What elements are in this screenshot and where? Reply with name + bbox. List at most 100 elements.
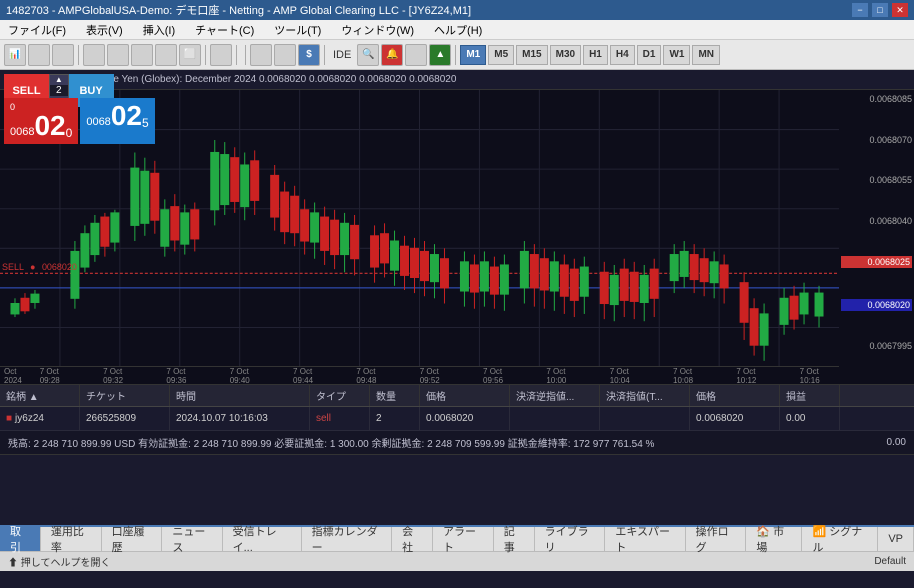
y-label-6: 0.0068020 <box>841 299 912 311</box>
timeframe-M5[interactable]: M5 <box>488 45 514 65</box>
y-label-3: 0.0068055 <box>841 175 912 185</box>
sep-tf <box>455 45 456 65</box>
y-label-5: 0.0068025 <box>841 256 912 268</box>
col-price: 価格 <box>420 385 510 406</box>
line-icon[interactable]: ╱ <box>83 44 105 66</box>
sell-price-big: 02 <box>34 112 65 140</box>
timeframe-M30[interactable]: M30 <box>550 45 581 65</box>
menu-item-h[interactable]: ヘルプ(H) <box>430 20 486 39</box>
menu-item-w[interactable]: ウィンドウ(W) <box>337 20 418 39</box>
sep1 <box>78 45 79 65</box>
hline-icon[interactable]: ─ <box>107 44 129 66</box>
title-bar: 1482703 - AMPGlobalUSA-Demo: デモ口座 - Nett… <box>0 0 914 20</box>
buy-price-prefix: 0068 <box>86 116 110 128</box>
indicators-icon[interactable]: ≈ <box>274 44 296 66</box>
crosshair-icon[interactable]: ✛ <box>52 44 74 66</box>
tab-[interactable]: エキスパート <box>605 527 685 551</box>
notification-icon[interactable]: 🔔 <box>381 44 403 66</box>
timeframe-M1[interactable]: M1 <box>460 45 486 65</box>
status-left: ⬆ 押してヘルプを開く <box>8 554 110 569</box>
timeframe-H1[interactable]: H1 <box>583 45 608 65</box>
shapes-icon[interactable]: ⬜ <box>179 44 201 66</box>
cell-current-price: 0.0068020 <box>690 407 780 430</box>
close-button[interactable]: ✕ <box>892 3 908 17</box>
timeframe-D1[interactable]: D1 <box>637 45 662 65</box>
x-label-956: 7 Oct 09:56 <box>483 367 518 385</box>
menu-item-f[interactable]: ファイル(F) <box>4 20 70 39</box>
timeframe-W1[interactable]: W1 <box>663 45 690 65</box>
tab-vp[interactable]: VP <box>878 527 914 551</box>
tab-[interactable]: 運用比率 <box>41 527 102 551</box>
cell-ticket: 266525809 <box>80 407 170 430</box>
tab-[interactable]: 口座履歴 <box>102 527 163 551</box>
tab-[interactable]: 会社 <box>392 527 433 551</box>
qty-up-button[interactable]: ▲ <box>50 75 68 85</box>
price-display: 0 0068 02 0 0068 02 5 <box>4 98 155 144</box>
timeframe-H4[interactable]: H4 <box>610 45 635 65</box>
summary-pnl: 0.00 <box>887 437 906 448</box>
col-qty: 数量 <box>370 385 420 406</box>
summary-text: 残高: 2 248 710 899.99 USD 有効証拠金: 2 248 71… <box>8 435 654 450</box>
x-label-948: 7 Oct 09:48 <box>356 367 391 385</box>
cell-type: sell <box>310 407 370 430</box>
fib-icon[interactable]: 𝄜 <box>210 44 232 66</box>
buy-price-big: 02 <box>111 102 142 130</box>
cell-pnl: 0.00 <box>780 407 840 430</box>
cell-qty: 2 <box>370 407 420 430</box>
y-label-2: 0.0068070 <box>841 135 912 145</box>
title-text: 1482703 - AMPGlobalUSA-Demo: デモ口座 - Nett… <box>6 2 471 18</box>
settings-icon[interactable]: ⚙ <box>405 44 427 66</box>
chart-header: ■ JY6Z24, M1: Japanese Yen (Globex): Dec… <box>0 70 914 90</box>
x-label-1000: 7 Oct 10:00 <box>546 367 581 385</box>
timeframe-MN[interactable]: MN <box>692 45 720 65</box>
menu-item-v[interactable]: 表示(V) <box>82 20 127 39</box>
x-label-952: 7 Oct 09:52 <box>420 367 455 385</box>
tab-[interactable]: ライブラリ <box>535 527 606 551</box>
search-icon[interactable]: 🔍 <box>357 44 379 66</box>
col-current: 価格 <box>690 385 780 406</box>
tab-[interactable]: 記事 <box>494 527 535 551</box>
svg-text:●: ● <box>30 262 35 272</box>
signal-icon[interactable]: ▲ <box>429 44 451 66</box>
tab-[interactable]: 取引 <box>0 527 41 551</box>
curve-icon[interactable]: ⌒ <box>131 44 153 66</box>
new-chart-icon[interactable]: 📊 <box>4 44 26 66</box>
timeframe-M15[interactable]: M15 <box>516 45 547 65</box>
svg-text:SELL: SELL <box>2 262 24 272</box>
dollar-icon[interactable]: $ <box>298 44 320 66</box>
cell-limit <box>600 407 690 430</box>
x-label-1016: 7 Oct 10:16 <box>800 367 835 385</box>
tab-[interactable]: 📶 シグナル <box>802 527 878 551</box>
x-label-932: 7 Oct 09:32 <box>103 367 138 385</box>
cell-price: 0.0068020 <box>420 407 510 430</box>
menu-item-t[interactable]: ツール(T) <box>270 20 325 39</box>
y-label-4: 0.0068040 <box>841 216 912 226</box>
buy-price-box: 0068 02 5 <box>80 98 154 144</box>
tab-[interactable]: 受信トレイ... <box>223 527 302 551</box>
x-label-940: 7 Oct 09:40 <box>230 367 265 385</box>
tab-[interactable]: ニュース <box>162 527 222 551</box>
y-axis: 0.0068085 0.0068070 0.0068055 0.0068040 … <box>839 90 914 355</box>
col-ticket: チケット <box>80 385 170 406</box>
menu-item-c[interactable]: チャート(C) <box>191 20 258 39</box>
sell-price-main: 0068 02 0 <box>10 112 72 140</box>
svg-text:0068020: 0068020 <box>42 262 77 272</box>
minimize-button[interactable]: − <box>852 3 868 17</box>
cell-symbol: ■ jy6z24 <box>0 407 80 430</box>
tab-[interactable]: アラート <box>433 527 494 551</box>
col-limit: 決済指値(T... <box>600 385 690 406</box>
sep5 <box>324 45 325 65</box>
ide-label: IDE <box>329 49 355 61</box>
tab-[interactable]: 指標カレンダー <box>302 527 393 551</box>
tab-[interactable]: 🏠 市場 <box>746 527 802 551</box>
positions-header: 銘柄 ▲ チケット 時間 タイプ 数量 価格 決済逆指値... 決済指値(T..… <box>0 385 914 407</box>
chart-type-icon[interactable]: ▼ <box>250 44 272 66</box>
maximize-button[interactable]: □ <box>872 3 888 17</box>
y-label-1: 0.0068085 <box>841 94 912 104</box>
sep4 <box>245 45 246 65</box>
positions-area: 銘柄 ▲ チケット 時間 タイプ 数量 価格 決済逆指値... 決済指値(T..… <box>0 385 914 525</box>
tab-[interactable]: 操作ログ <box>686 527 747 551</box>
cursor-icon[interactable]: ↖ <box>28 44 50 66</box>
menu-item-i[interactable]: 挿入(I) <box>139 20 179 39</box>
text-icon[interactable]: T <box>155 44 177 66</box>
